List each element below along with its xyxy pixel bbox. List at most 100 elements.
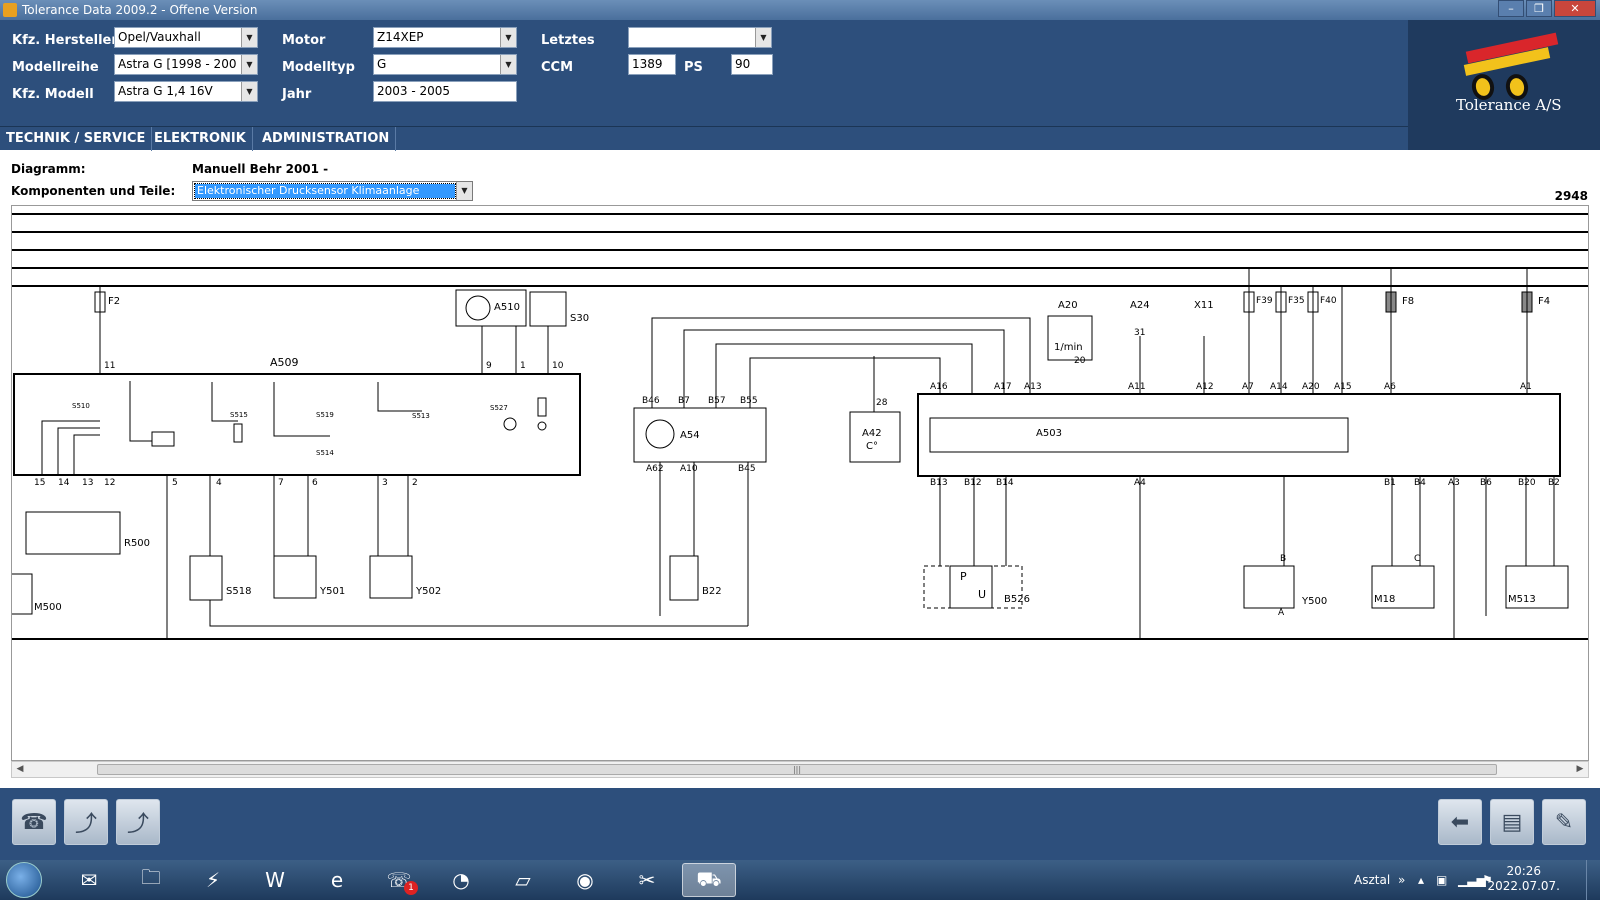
pin-b13: B13 — [930, 478, 948, 488]
menu-technik-service[interactable]: TECHNIK / SERVICE — [0, 127, 153, 151]
usb-icon[interactable]: ▣ — [1436, 860, 1447, 900]
phone-tool-button[interactable]: ☎ — [12, 799, 56, 845]
scrollbar-thumb[interactable]: ||| — [97, 764, 1497, 775]
pin-13: 13 — [82, 478, 94, 488]
pin-a11: A11 — [1128, 382, 1146, 392]
outlook-icon[interactable]: ✉ — [62, 863, 116, 897]
label-b526-u: U — [978, 588, 987, 601]
hersteller-value: Opel/Vauxhall — [118, 30, 201, 44]
modell-value: Astra G 1,4 16V — [118, 84, 213, 98]
chevron-down-icon[interactable]: ▼ — [500, 28, 516, 47]
ie-icon[interactable]: e — [310, 863, 364, 897]
modell-select[interactable]: Astra G 1,4 16V ▼ — [114, 81, 258, 102]
ps-field[interactable]: 90 — [731, 54, 773, 75]
window-controls: – ❐ ✕ — [1498, 0, 1596, 17]
tray-up-icon[interactable]: ▴ — [1418, 860, 1424, 900]
label-s513: S513 — [412, 412, 430, 420]
label-f39: F39 — [1256, 296, 1273, 306]
picasa-icon[interactable]: ◔ — [434, 863, 488, 897]
pin-b12: B12 — [964, 478, 982, 488]
chevron-down-icon[interactable]: ▼ — [456, 182, 472, 200]
explorer-icon[interactable]: 🗀 — [124, 863, 178, 897]
label-f35: F35 — [1288, 296, 1305, 306]
chevron-down-icon[interactable]: ▼ — [241, 55, 257, 74]
label-s519: S519 — [316, 411, 334, 419]
wiring-diagram[interactable]: F2 A509 A510 S30 S510 S515 S519 S514 S51… — [11, 205, 1589, 761]
clock-time: 20:26 — [1506, 864, 1542, 878]
label-f4: F4 — [1538, 296, 1551, 307]
pin-b7: B7 — [678, 396, 690, 406]
windows-taskbar: ✉ 🗀 ⚡ W e ☏ 1 ◔ ▱ ◉ ✂ ⛟ Asztal » ▴ ▣ ▁▃▅ … — [0, 860, 1600, 900]
window-title: Tolerance Data 2009.2 - Offene Version — [22, 3, 258, 17]
start-button[interactable] — [6, 862, 42, 898]
show-desktop-button[interactable] — [1586, 860, 1600, 900]
tolerance-icon[interactable]: ⛟ — [682, 863, 736, 897]
pin-a4: A4 — [1134, 478, 1146, 488]
ps-label: PS — [684, 60, 703, 75]
hersteller-select[interactable]: Opel/Vauxhall ▼ — [114, 27, 258, 48]
modell-label: Kfz. Modell — [12, 87, 94, 102]
paint-icon[interactable]: ✂ — [620, 863, 674, 897]
pin-a62: A62 — [646, 464, 664, 474]
pin-3: 3 — [382, 478, 388, 488]
viber-icon[interactable]: ☏ 1 — [372, 863, 426, 897]
pin-28: 28 — [876, 398, 888, 408]
word-icon[interactable]: W — [248, 863, 302, 897]
back-button[interactable]: ⬅ — [1438, 799, 1482, 845]
winamp-icon[interactable]: ⚡ — [186, 863, 240, 897]
menu-elektronik[interactable]: ELEKTRONIK — [148, 127, 253, 151]
close-button[interactable]: ✕ — [1554, 0, 1596, 17]
komponenten-select[interactable]: Elektronischer Drucksensor Klimaanlage ▼ — [192, 181, 473, 201]
chart-up-button[interactable]: ⤴ — [64, 799, 108, 845]
label-a503: A503 — [1036, 428, 1062, 439]
label-a54: A54 — [680, 430, 700, 441]
scroll-right-icon[interactable]: ▶ — [1572, 762, 1588, 777]
edit-icon: ✎ — [1554, 809, 1574, 835]
diagram-hscrollbar[interactable]: ◀ ||| ▶ — [11, 761, 1589, 778]
maximize-button[interactable]: ❐ — [1526, 0, 1552, 17]
pin-14: 14 — [58, 478, 70, 488]
system-clock[interactable]: 20:26 2022.07.07. — [1487, 864, 1560, 894]
motor-select[interactable]: Z14XEP ▼ — [373, 27, 517, 48]
modellreihe-select[interactable]: Astra G [1998 - 200 ▼ — [114, 54, 258, 75]
minimize-button[interactable]: – — [1498, 0, 1524, 17]
label-a20-unit: 1/min — [1054, 342, 1083, 353]
chevron-down-icon[interactable]: ▼ — [241, 28, 257, 47]
pin-a3: A3 — [1448, 478, 1460, 488]
label-f40: F40 — [1320, 296, 1337, 306]
pin-b1: B1 — [1384, 478, 1396, 488]
pin-a: A — [1278, 608, 1285, 618]
pin-b14: B14 — [996, 478, 1014, 488]
back-arrow-icon: ⬅ — [1450, 809, 1470, 835]
pin-2: 2 — [412, 478, 418, 488]
label-y502: Y502 — [416, 586, 442, 597]
letztes-select[interactable]: ▼ — [628, 27, 772, 48]
ccm-value: 1389 — [632, 57, 663, 71]
label-y500: Y500 — [1302, 596, 1328, 607]
notepad-icon[interactable]: ▱ — [496, 863, 550, 897]
chevron-down-icon[interactable]: ▼ — [241, 82, 257, 101]
hersteller-label: Kfz. Hersteller — [12, 33, 118, 48]
ccm-field[interactable]: 1389 — [628, 54, 676, 75]
scroll-left-icon[interactable]: ◀ — [12, 762, 28, 777]
pin-b: B — [1280, 554, 1287, 564]
pin-b55: B55 — [740, 396, 758, 406]
print-button[interactable]: ▤ — [1490, 799, 1534, 845]
label-r500: R500 — [124, 538, 151, 549]
chart-up-button-2[interactable]: ⤴ — [116, 799, 160, 845]
jahr-field[interactable]: 2003 - 2005 — [373, 81, 517, 102]
menu-administration[interactable]: ADMINISTRATION — [256, 127, 397, 151]
desktop-toolbar-label[interactable]: Asztal — [1354, 860, 1390, 900]
label-a42-unit: C° — [866, 441, 878, 452]
chevron-down-icon[interactable]: ▼ — [755, 28, 771, 47]
chevron-down-icon[interactable]: ▼ — [500, 55, 516, 74]
window-titlebar: Tolerance Data 2009.2 - Offene Version –… — [0, 0, 1600, 20]
clock-date: 2022.07.07. — [1487, 879, 1560, 893]
ccm-label: CCM — [541, 60, 574, 75]
tray-chevron-icon[interactable]: » — [1398, 860, 1405, 900]
pin-b20: B20 — [1518, 478, 1536, 488]
edit-button[interactable]: ✎ — [1542, 799, 1586, 845]
letztes-label: Letztes — [541, 33, 595, 48]
modelltyp-select[interactable]: G ▼ — [373, 54, 517, 75]
chrome-icon[interactable]: ◉ — [558, 863, 612, 897]
